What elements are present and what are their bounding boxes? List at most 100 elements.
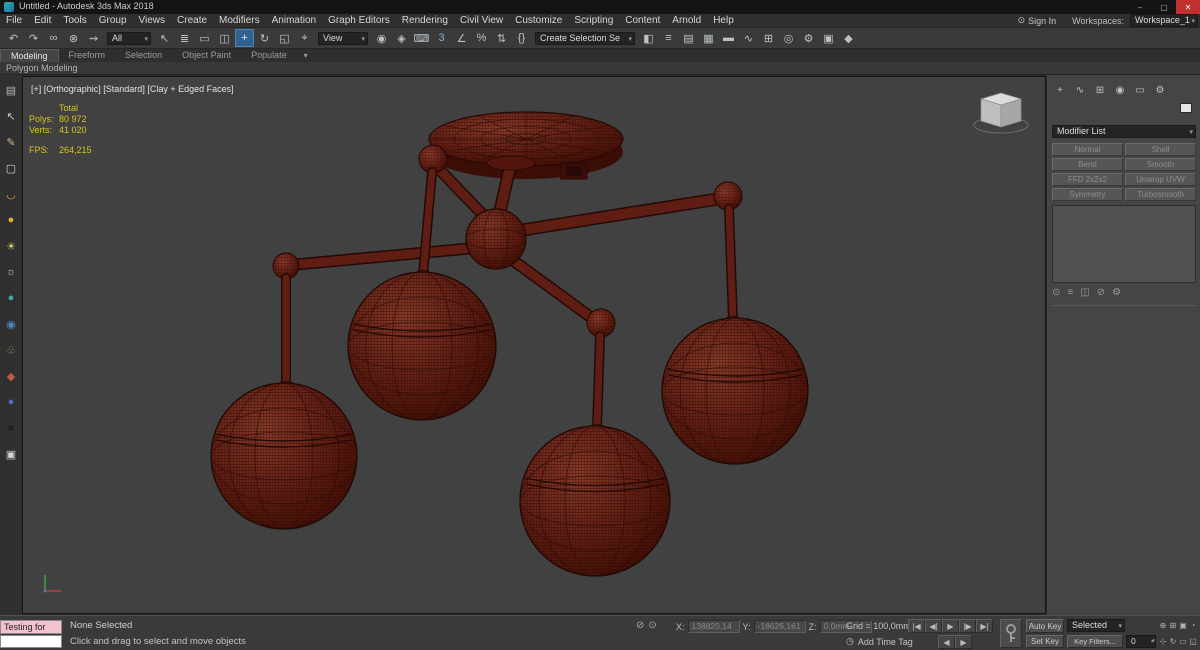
- snap-toggle-3d-icon[interactable]: 3: [432, 29, 451, 47]
- edit-named-selection-sets-icon[interactable]: {}: [512, 29, 531, 47]
- zoom-region-icon[interactable]: ▭: [1178, 635, 1188, 648]
- make-unique-icon[interactable]: ◫: [1080, 287, 1089, 298]
- modifier-preset-button[interactable]: FFD 2x2x2: [1052, 173, 1123, 186]
- go-to-start-button[interactable]: |◀: [908, 619, 925, 633]
- select-and-place-icon[interactable]: ⌖: [295, 29, 314, 47]
- utilities-tab-icon[interactable]: ⚙: [1153, 83, 1167, 97]
- ribbon-tab[interactable]: Freeform: [59, 49, 116, 62]
- menu-item[interactable]: Group: [93, 14, 133, 27]
- orbit-icon[interactable]: ↻: [1168, 635, 1178, 648]
- layer-manager-icon[interactable]: ▤: [679, 29, 698, 47]
- workspace-dropdown[interactable]: Workspace_1: [1130, 14, 1198, 27]
- pencil-icon[interactable]: ✎: [0, 129, 22, 155]
- globe-icon[interactable]: ◉: [0, 311, 22, 337]
- select-and-manipulate-icon[interactable]: ◈: [392, 29, 411, 47]
- menu-item[interactable]: File: [0, 14, 28, 27]
- key-filters-button[interactable]: Key Filters...: [1067, 635, 1123, 648]
- next-frame-button[interactable]: |▶: [959, 619, 976, 633]
- zoom-icon[interactable]: ⊕: [1158, 619, 1168, 632]
- modifier-preset-button[interactable]: Bend: [1052, 158, 1123, 171]
- menu-item[interactable]: Tools: [57, 14, 92, 27]
- motion-tab-icon[interactable]: ◉: [1113, 83, 1127, 97]
- menu-item[interactable]: Views: [133, 14, 172, 27]
- viewcube[interactable]: [973, 92, 1029, 134]
- material-editor-icon[interactable]: ◎: [779, 29, 798, 47]
- display-tab-icon[interactable]: ▭: [1133, 83, 1147, 97]
- add-time-tag[interactable]: ◷ Add Time Tag: [846, 636, 913, 647]
- selection-lock-icon[interactable]: ⊙: [648, 620, 656, 631]
- gold-bowl-icon[interactable]: ◡: [0, 181, 22, 207]
- render-production-icon[interactable]: ◆: [839, 29, 858, 47]
- close-button[interactable]: ✕: [1176, 0, 1200, 14]
- object-color-swatch[interactable]: [1180, 103, 1192, 113]
- zoom-extents-icon[interactable]: ▣: [1178, 619, 1188, 632]
- ribbon-tab[interactable]: Object Paint: [172, 49, 241, 62]
- current-frame-field[interactable]: 0: [1126, 635, 1156, 648]
- set-keys-button[interactable]: [1000, 619, 1022, 648]
- x-coordinate-field[interactable]: 138820,14: [687, 620, 740, 633]
- ribbon-tab[interactable]: Selection: [115, 49, 172, 62]
- leaf-icon[interactable]: ♧: [0, 337, 22, 363]
- modifier-preset-button[interactable]: Turbosmooth: [1125, 188, 1196, 201]
- modifier-preset-button[interactable]: Unwrap UVW: [1125, 173, 1196, 186]
- modifier-preset-button[interactable]: Normal: [1052, 143, 1123, 156]
- unlink-selection-icon[interactable]: ⊗: [64, 29, 83, 47]
- menu-item[interactable]: Help: [707, 14, 740, 27]
- select-and-scale-icon[interactable]: ◱: [275, 29, 294, 47]
- use-pivot-center-icon[interactable]: ◉: [372, 29, 391, 47]
- menu-item[interactable]: Rendering: [396, 14, 454, 27]
- menu-item[interactable]: Create: [171, 14, 213, 27]
- spinner-snap-icon[interactable]: ⇅: [492, 29, 511, 47]
- menu-item[interactable]: Scripting: [568, 14, 619, 27]
- scene-explorer-icon[interactable]: ▦: [699, 29, 718, 47]
- white-cube-icon[interactable]: ▣: [0, 441, 22, 467]
- dark-cube-icon[interactable]: ■: [0, 415, 22, 441]
- menu-item[interactable]: Civil View: [454, 14, 509, 27]
- remove-modifier-icon[interactable]: ⊘: [1097, 287, 1105, 298]
- mirror-icon[interactable]: ◧: [639, 29, 658, 47]
- hierarchy-tab-icon[interactable]: ⊞: [1093, 83, 1107, 97]
- isolate-selection-icon[interactable]: ⊘: [636, 620, 644, 631]
- menu-item[interactable]: Graph Editors: [322, 14, 396, 27]
- rendered-frame-window-icon[interactable]: ▣: [819, 29, 838, 47]
- ribbon-tab[interactable]: Modeling: [0, 49, 59, 62]
- viewport-layout-tab-icon[interactable]: ▤: [0, 77, 22, 103]
- previous-frame-button[interactable]: ◀|: [925, 619, 942, 633]
- y-coordinate-field[interactable]: -18626,161: [753, 620, 806, 633]
- maxscript-mini-listener[interactable]: [0, 635, 62, 648]
- viewport[interactable]: [+] [Orthographic] [Standard] [Clay + Ed…: [22, 76, 1046, 614]
- modifier-preset-button[interactable]: Symmetry: [1052, 188, 1123, 201]
- previous-key-button[interactable]: ◀: [938, 635, 955, 649]
- play-button[interactable]: ▶: [942, 619, 959, 633]
- named-selection-set-dropdown[interactable]: Create Selection Se: [535, 31, 635, 45]
- modifier-list-dropdown[interactable]: Modifier List: [1052, 125, 1196, 138]
- sign-in-menu[interactable]: ⊙ Sign In: [1018, 15, 1067, 26]
- reference-coordinate-dropdown[interactable]: View: [318, 31, 368, 45]
- ribbon-options-icon[interactable]: ▾: [297, 49, 315, 62]
- menu-item[interactable]: Animation: [266, 14, 322, 27]
- align-icon[interactable]: ≡: [659, 29, 678, 47]
- minimize-button[interactable]: –: [1128, 0, 1152, 14]
- teal-sphere-icon[interactable]: ●: [0, 285, 22, 311]
- next-key-button[interactable]: ▶: [955, 635, 972, 649]
- window-crossing-icon[interactable]: ◫: [215, 29, 234, 47]
- rectangular-selection-region-icon[interactable]: ▭: [195, 29, 214, 47]
- selection-filter-dropdown[interactable]: All: [107, 31, 151, 45]
- zoom-all-icon[interactable]: ⊞: [1168, 619, 1178, 632]
- select-and-rotate-icon[interactable]: ↻: [255, 29, 274, 47]
- field-of-view-icon[interactable]: ◔: [1188, 619, 1198, 632]
- show-end-result-icon[interactable]: ≡: [1067, 287, 1073, 298]
- select-and-move-icon[interactable]: +: [235, 29, 254, 47]
- maxscript-macro-recorder[interactable]: Testing for: [0, 620, 62, 634]
- blue-sphere-icon[interactable]: ●: [0, 389, 22, 415]
- viewport-3d-model[interactable]: [23, 77, 1045, 613]
- menu-item[interactable]: Edit: [28, 14, 57, 27]
- bind-to-space-warp-icon[interactable]: ⇝: [84, 29, 103, 47]
- select-by-name-icon[interactable]: ≣: [175, 29, 194, 47]
- pan-icon[interactable]: ⊹: [1158, 635, 1168, 648]
- menu-item[interactable]: Modifiers: [213, 14, 266, 27]
- select-object-icon[interactable]: ↖: [155, 29, 174, 47]
- menu-item[interactable]: Customize: [509, 14, 568, 27]
- menu-item[interactable]: Arnold: [666, 14, 707, 27]
- schematic-view-icon[interactable]: ⊞: [759, 29, 778, 47]
